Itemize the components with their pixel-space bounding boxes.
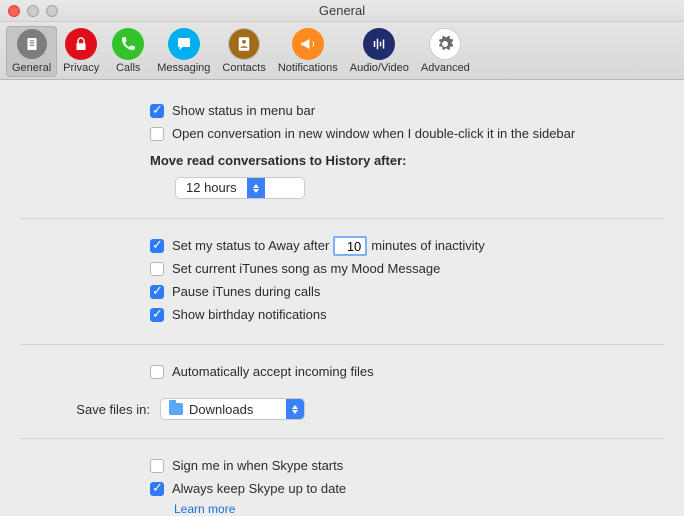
tab-label: Contacts bbox=[222, 62, 265, 74]
pause-itunes-checkbox[interactable] bbox=[150, 285, 164, 299]
chevron-updown-icon bbox=[286, 398, 304, 420]
tab-label: Calls bbox=[116, 62, 140, 74]
close-button[interactable] bbox=[8, 5, 20, 17]
auto-update-checkbox[interactable] bbox=[150, 482, 164, 496]
learn-more-link[interactable]: Learn more bbox=[174, 502, 664, 516]
minimize-button[interactable] bbox=[27, 5, 39, 17]
move-read-label: Move read conversations to History after… bbox=[150, 147, 664, 173]
audio-icon bbox=[363, 28, 395, 60]
pause-itunes-label: Pause iTunes during calls bbox=[172, 282, 320, 302]
tab-calls[interactable]: Calls bbox=[105, 26, 151, 77]
zoom-button[interactable] bbox=[46, 5, 58, 17]
tab-label: General bbox=[12, 62, 51, 74]
auto-update-label: Always keep Skype up to date bbox=[172, 479, 346, 499]
move-read-select[interactable]: 12 hours bbox=[175, 177, 305, 199]
away-minutes-input[interactable] bbox=[333, 236, 367, 256]
tab-general[interactable]: General bbox=[6, 26, 57, 77]
itunes-mood-checkbox[interactable] bbox=[150, 262, 164, 276]
save-files-select[interactable]: Downloads bbox=[160, 398, 305, 420]
folder-icon bbox=[169, 403, 183, 415]
tab-audio-video[interactable]: Audio/Video bbox=[344, 26, 415, 77]
tab-contacts[interactable]: Contacts bbox=[216, 26, 271, 77]
gear-icon bbox=[429, 28, 461, 60]
auto-accept-label: Automatically accept incoming files bbox=[172, 362, 374, 382]
preferences-window: General General Privacy Calls Messaging Cont… bbox=[0, 0, 684, 516]
show-status-label: Show status in menu bar bbox=[172, 101, 315, 121]
tab-label: Notifications bbox=[278, 62, 338, 74]
move-read-value: 12 hours bbox=[176, 178, 247, 198]
toolbar: General Privacy Calls Messaging Contacts Noti… bbox=[0, 22, 684, 80]
itunes-mood-label: Set current iTunes song as my Mood Messa… bbox=[172, 259, 440, 279]
group-startup: Sign me in when Skype starts Always keep… bbox=[20, 438, 664, 516]
tab-messaging[interactable]: Messaging bbox=[151, 26, 216, 77]
group-general: Show status in menu bar Open conversatio… bbox=[20, 94, 664, 218]
open-new-window-checkbox[interactable] bbox=[150, 127, 164, 141]
tab-label: Privacy bbox=[63, 62, 99, 74]
away-label-before: Set my status to Away after bbox=[172, 236, 329, 256]
window-title: General bbox=[0, 0, 684, 22]
group-files: Automatically accept incoming files Save… bbox=[20, 344, 664, 438]
tab-label: Advanced bbox=[421, 62, 470, 74]
away-label-after: minutes of inactivity bbox=[371, 236, 484, 256]
window-controls bbox=[8, 5, 58, 17]
titlebar: General bbox=[0, 0, 684, 22]
sign-in-label: Sign me in when Skype starts bbox=[172, 456, 343, 476]
open-new-window-label: Open conversation in new window when I d… bbox=[172, 124, 575, 144]
phone-icon bbox=[112, 28, 144, 60]
contacts-icon bbox=[228, 28, 260, 60]
info-icon bbox=[16, 28, 48, 60]
auto-accept-checkbox[interactable] bbox=[150, 365, 164, 379]
tab-label: Messaging bbox=[157, 62, 210, 74]
away-checkbox[interactable] bbox=[150, 239, 164, 253]
birthday-checkbox[interactable] bbox=[150, 308, 164, 322]
show-status-checkbox[interactable] bbox=[150, 104, 164, 118]
chevron-updown-icon bbox=[247, 177, 265, 199]
save-files-label: Save files in: bbox=[20, 402, 160, 417]
horn-icon bbox=[292, 28, 324, 60]
tab-notifications[interactable]: Notifications bbox=[272, 26, 344, 77]
lock-icon bbox=[65, 28, 97, 60]
tab-privacy[interactable]: Privacy bbox=[57, 26, 105, 77]
group-away: Set my status to Away after minutes of i… bbox=[20, 218, 664, 344]
birthday-label: Show birthday notifications bbox=[172, 305, 327, 325]
sign-in-checkbox[interactable] bbox=[150, 459, 164, 473]
save-files-value: Downloads bbox=[189, 402, 263, 417]
content: Show status in menu bar Open conversatio… bbox=[0, 80, 684, 516]
chat-icon bbox=[168, 28, 200, 60]
tab-advanced[interactable]: Advanced bbox=[415, 26, 476, 77]
tab-label: Audio/Video bbox=[350, 62, 409, 74]
